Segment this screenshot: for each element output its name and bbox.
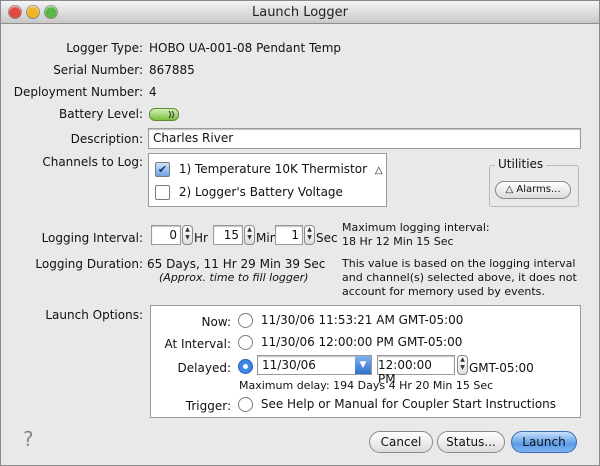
- logging-interval-label: Logging Interval:: [41, 231, 143, 245]
- date-dropdown-icon[interactable]: ▼: [355, 356, 371, 374]
- alarm-bell-icon: △: [374, 165, 383, 176]
- launch-trigger-option[interactable]: See Help or Manual for Coupler Start Ins…: [238, 397, 556, 412]
- description-field-value: Charles River: [153, 131, 234, 145]
- interval-hours-field[interactable]: 0: [151, 225, 181, 245]
- launch-button[interactable]: Launch: [511, 431, 577, 453]
- delayed-time-stepper[interactable]: ▲ ▼: [457, 355, 468, 375]
- delayed-time-field[interactable]: 12:00:00 PM: [377, 355, 455, 386]
- logger-type-value: HOBO UA-001-08 Pendant Temp: [149, 41, 341, 55]
- deployment-number-value: 4: [149, 85, 157, 99]
- description-field[interactable]: Charles River: [148, 128, 581, 149]
- channel-1-label: 1) Temperature 10K Thermistor: [178, 162, 368, 176]
- launch-interval-label: At Interval:: [164, 337, 231, 351]
- alarm-icon: △: [505, 184, 514, 195]
- delayed-date-field[interactable]: 11/30/06 ▼: [257, 355, 372, 375]
- duration-info-line: and channel(s) selected above, it does n…: [342, 271, 577, 284]
- channels-list: ✔ 1) Temperature 10K Thermistor △ 2) Log…: [148, 153, 387, 207]
- serial-number-label: Serial Number:: [53, 63, 143, 77]
- title-bar: Launch Logger: [1, 1, 599, 24]
- channels-to-log-label: Channels to Log:: [42, 155, 143, 169]
- launch-now-value: 11/30/06 11:53:21 AM GMT-05:00: [260, 313, 464, 327]
- deployment-number-label: Deployment Number:: [13, 85, 143, 99]
- logging-duration-value: 65 Days, 11 Hr 29 Min 39 Sec: [147, 257, 326, 271]
- launch-now-option[interactable]: 11/30/06 11:53:21 AM GMT-05:00: [238, 313, 463, 328]
- channel-1-checkbox[interactable]: ✔: [155, 162, 170, 177]
- interval-seconds-unit: Sec: [316, 231, 338, 245]
- launch-logger-window: Launch Logger Logger Type: HOBO UA-001-0…: [0, 0, 600, 466]
- window-title: Launch Logger: [251, 5, 349, 20]
- logger-type-label: Logger Type:: [66, 41, 143, 55]
- launch-interval-radio[interactable]: [238, 335, 253, 350]
- utilities-title: Utilities: [495, 157, 547, 171]
- delayed-timezone: GMT-05:00: [469, 361, 534, 375]
- launch-delayed-radio[interactable]: [238, 359, 253, 374]
- interval-seconds-field[interactable]: 1: [275, 225, 303, 245]
- launch-now-radio[interactable]: [238, 313, 253, 328]
- interval-seconds-stepper[interactable]: ▲ ▼: [304, 225, 315, 245]
- duration-info-line: account for memory used by events.: [342, 285, 545, 298]
- interval-minutes-stepper[interactable]: ▲ ▼: [244, 225, 255, 245]
- help-icon[interactable]: ?: [23, 427, 34, 451]
- launch-options-label: Launch Options:: [45, 308, 143, 322]
- description-label: Description:: [70, 132, 143, 146]
- channel-2-checkbox[interactable]: [155, 185, 170, 200]
- serial-number-value: 867885: [149, 63, 195, 77]
- launch-trigger-value: See Help or Manual for Coupler Start Ins…: [260, 397, 557, 411]
- max-delay-text: Maximum delay: 194 Days 4 Hr 20 Min 15 S…: [239, 379, 494, 392]
- launch-delayed-label: Delayed:: [177, 361, 231, 375]
- channel-2-label: 2) Logger's Battery Voltage: [178, 185, 343, 199]
- battery-level-label: Battery Level:: [59, 107, 143, 121]
- channel-item[interactable]: ✔ 1) Temperature 10K Thermistor △: [155, 162, 383, 177]
- max-interval-value: 18 Hr 12 Min 15 Sec: [342, 235, 454, 248]
- logging-duration-label: Logging Duration:: [35, 257, 143, 271]
- launch-interval-option[interactable]: 11/30/06 12:00:00 PM GMT-05:00: [238, 335, 462, 350]
- launch-now-label: Now:: [201, 315, 231, 329]
- interval-minutes-field[interactable]: 15: [213, 225, 243, 245]
- cancel-button[interactable]: Cancel: [369, 431, 433, 453]
- alarms-button[interactable]: △ Alarms...: [495, 181, 571, 199]
- interval-hours-stepper[interactable]: ▲ ▼: [182, 225, 193, 245]
- launch-trigger-radio[interactable]: [238, 397, 253, 412]
- logging-duration-note: (Approx. time to fill logger): [159, 271, 309, 284]
- max-interval-label: Maximum logging interval:: [342, 221, 490, 234]
- launch-interval-value: 11/30/06 12:00:00 PM GMT-05:00: [260, 335, 463, 349]
- duration-info-line: This value is based on the logging inter…: [342, 257, 576, 270]
- channel-item[interactable]: 2) Logger's Battery Voltage: [155, 185, 343, 200]
- interval-hours-unit: Hr: [194, 231, 208, 245]
- status-button[interactable]: Status...: [437, 431, 505, 453]
- battery-level-icon: [149, 108, 179, 121]
- launch-trigger-label: Trigger:: [185, 399, 231, 413]
